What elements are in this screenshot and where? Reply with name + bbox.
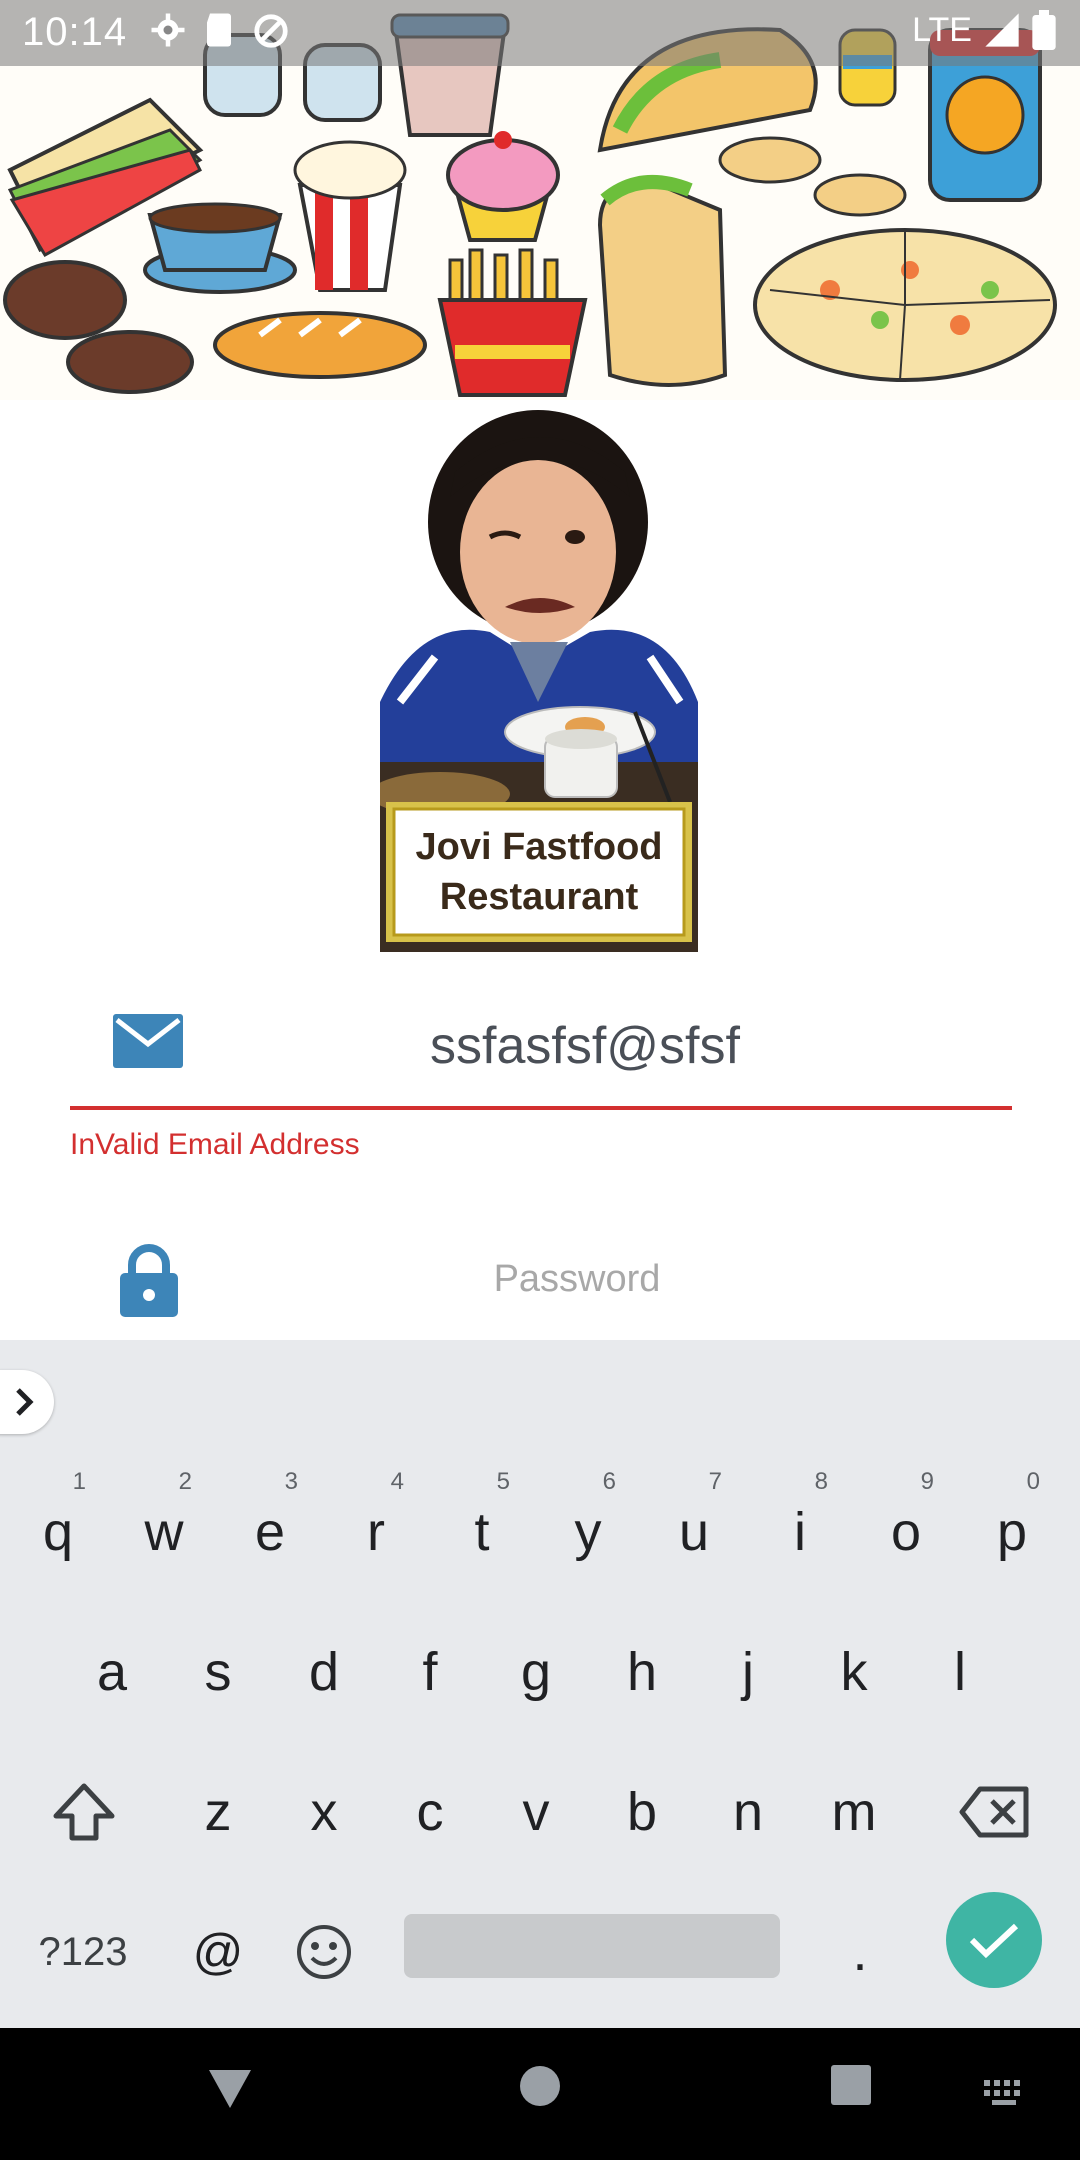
key-j[interactable]: j xyxy=(698,1602,798,1742)
burrito-doodle xyxy=(597,175,728,387)
fries-doodle xyxy=(437,248,588,397)
key-at[interactable]: @ xyxy=(168,1882,268,2022)
key-r[interactable]: r4 xyxy=(326,1462,426,1602)
chips-doodle xyxy=(718,136,907,217)
key-e[interactable]: e3 xyxy=(220,1462,320,1602)
shift-icon xyxy=(53,1783,115,1841)
backspace-icon xyxy=(959,1786,1029,1838)
battery-icon xyxy=(1032,10,1056,50)
key-h[interactable]: h xyxy=(592,1602,692,1742)
key-g[interactable]: g xyxy=(486,1602,586,1742)
logo-text: Jovi Fastfood Restaurant xyxy=(394,812,684,932)
keyboard-suggestion-strip xyxy=(0,1340,1080,1462)
key-o[interactable]: o9 xyxy=(856,1462,956,1602)
signal-icon xyxy=(985,13,1019,47)
settings-icon xyxy=(151,13,185,47)
restaurant-logo: Jovi Fastfood Restaurant xyxy=(380,402,698,952)
email-error-message: InValid Email Address xyxy=(70,1128,360,1161)
key-u[interactable]: u7 xyxy=(644,1462,744,1602)
keyboard-switch-icon[interactable] xyxy=(984,2080,1028,2108)
key-a[interactable]: a xyxy=(62,1602,162,1742)
key-row-2: a s d f g h j k l xyxy=(0,1602,1080,1742)
key-q[interactable]: q1 xyxy=(8,1462,108,1602)
email-input-value[interactable]: ssfasfsf@sfsf xyxy=(430,1016,740,1076)
key-i[interactable]: i8 xyxy=(750,1462,850,1602)
key-d[interactable]: d xyxy=(274,1602,374,1742)
network-type: LTE xyxy=(912,10,972,49)
logo-line-2: Restaurant xyxy=(439,876,639,918)
email-icon xyxy=(113,1014,183,1068)
space-key[interactable] xyxy=(404,1914,780,1978)
keyboard-keys: q1 w2 e3 r4 t5 y6 u7 i8 o9 p0 a s d f g … xyxy=(0,1462,1080,2028)
key-k[interactable]: k xyxy=(804,1602,904,1742)
key-w[interactable]: w2 xyxy=(114,1462,214,1602)
status-bar: 10:14 LTE xyxy=(0,0,1080,66)
home-icon[interactable] xyxy=(518,2064,562,2108)
key-p[interactable]: p0 xyxy=(962,1462,1062,1602)
lock-icon xyxy=(120,1244,178,1317)
soft-keyboard: q1 w2 e3 r4 t5 y6 u7 i8 o9 p0 a s d f g … xyxy=(0,1340,1080,2028)
key-t[interactable]: t5 xyxy=(432,1462,532,1602)
key-row-1: q1 w2 e3 r4 t5 y6 u7 i8 o9 p0 xyxy=(0,1462,1080,1602)
key-s[interactable]: s xyxy=(168,1602,268,1742)
key-f[interactable]: f xyxy=(380,1602,480,1742)
shift-key[interactable] xyxy=(34,1742,134,1882)
key-b[interactable]: b xyxy=(592,1742,692,1882)
password-field[interactable] xyxy=(70,1215,1012,1343)
emoji-icon xyxy=(297,1925,351,1979)
recents-icon[interactable] xyxy=(830,2064,872,2106)
enter-key[interactable] xyxy=(946,1892,1042,1988)
email-field[interactable]: ssfasfsf@sfsf xyxy=(70,980,1012,1110)
navigation-bar xyxy=(0,2028,1080,2160)
sync-icon xyxy=(254,14,288,48)
coffee-cup-doodle xyxy=(143,202,297,294)
email-underline-error xyxy=(70,1106,1012,1110)
key-x[interactable]: x xyxy=(274,1742,374,1882)
key-z[interactable]: z xyxy=(168,1742,268,1882)
check-icon xyxy=(969,1923,1019,1959)
password-input[interactable] xyxy=(270,1251,884,1307)
key-y[interactable]: y6 xyxy=(538,1462,638,1602)
key-m[interactable]: m xyxy=(804,1742,904,1882)
logo-line-1: Jovi Fastfood xyxy=(415,826,663,868)
symbols-key[interactable]: ?123 xyxy=(18,1882,148,2022)
key-c[interactable]: c xyxy=(380,1742,480,1882)
key-l[interactable]: l xyxy=(910,1602,1010,1742)
chevron-right-icon xyxy=(16,1388,34,1416)
emoji-key[interactable] xyxy=(274,1882,374,2022)
sd-card-icon xyxy=(207,13,231,47)
backspace-key[interactable] xyxy=(944,1742,1044,1882)
keyboard-expand-button[interactable] xyxy=(0,1370,54,1434)
status-time: 10:14 xyxy=(22,10,128,54)
key-period[interactable]: . xyxy=(810,1882,910,2022)
popcorn-doodle xyxy=(293,140,407,292)
key-row-4: ?123 @ . xyxy=(0,1882,1080,2022)
key-v[interactable]: v xyxy=(486,1742,586,1882)
key-n[interactable]: n xyxy=(698,1742,798,1882)
pizza-doodle xyxy=(753,228,1057,382)
cupcake-doodle xyxy=(446,131,560,242)
back-icon[interactable] xyxy=(205,2064,255,2114)
key-row-3: z x c v b n m xyxy=(0,1742,1080,1882)
bread-doodle xyxy=(213,311,427,379)
